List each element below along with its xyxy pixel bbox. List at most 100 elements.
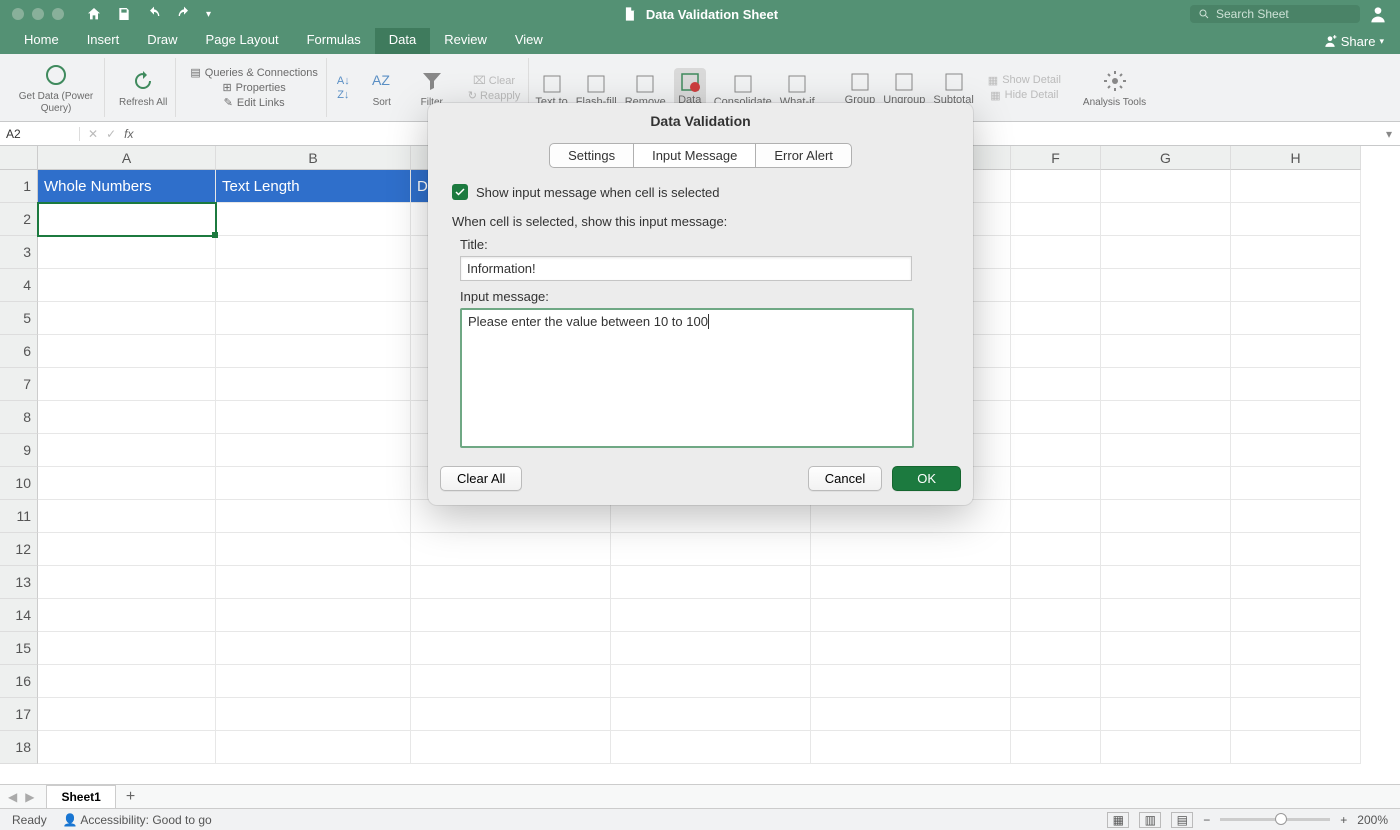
dialog-tab-input-message[interactable]: Input Message <box>634 144 756 167</box>
row-header[interactable]: 17 <box>0 698 38 731</box>
cell[interactable] <box>38 401 216 434</box>
select-all-corner[interactable] <box>0 146 38 170</box>
cell[interactable] <box>1011 566 1101 599</box>
tab-view[interactable]: View <box>501 28 557 54</box>
cell[interactable] <box>1101 335 1231 368</box>
cell[interactable] <box>411 731 611 764</box>
ok-button[interactable]: OK <box>892 466 961 491</box>
cell[interactable] <box>216 533 411 566</box>
cell[interactable] <box>1011 368 1101 401</box>
cell[interactable] <box>1231 203 1361 236</box>
formula-bar-collapse-icon[interactable]: ▾ <box>1386 127 1400 141</box>
cell[interactable] <box>411 533 611 566</box>
dialog-tab-error-alert[interactable]: Error Alert <box>756 144 851 167</box>
search-input[interactable]: Search Sheet <box>1190 5 1360 23</box>
zoom-slider[interactable] <box>1220 818 1330 821</box>
cell[interactable] <box>1231 533 1361 566</box>
cancel-button[interactable]: Cancel <box>808 466 882 491</box>
tab-home[interactable]: Home <box>10 28 73 54</box>
tab-formulas[interactable]: Formulas <box>293 28 375 54</box>
cell[interactable] <box>411 566 611 599</box>
column-header[interactable]: B <box>216 146 411 170</box>
cell[interactable] <box>1231 566 1361 599</box>
cell[interactable] <box>1101 302 1231 335</box>
sheet-tab-sheet1[interactable]: Sheet1 <box>46 785 115 809</box>
row-header[interactable]: 1 <box>0 170 38 203</box>
row-header[interactable]: 2 <box>0 203 38 236</box>
cell[interactable] <box>1011 236 1101 269</box>
redo-icon[interactable] <box>176 6 192 22</box>
page-break-view-button[interactable]: ▤ <box>1171 812 1193 828</box>
cell[interactable] <box>1101 368 1231 401</box>
cell[interactable] <box>1231 236 1361 269</box>
group-button[interactable]: Group <box>845 70 876 106</box>
cell[interactable] <box>1231 368 1361 401</box>
tab-data[interactable]: Data <box>375 28 430 54</box>
cell[interactable] <box>1231 467 1361 500</box>
cell[interactable] <box>1011 269 1101 302</box>
sheet-next-icon[interactable]: ▶ <box>25 790 34 804</box>
cell[interactable] <box>216 203 411 236</box>
ungroup-button[interactable]: Ungroup <box>883 70 925 106</box>
cell[interactable] <box>1011 698 1101 731</box>
cell[interactable] <box>611 731 811 764</box>
add-sheet-button[interactable]: + <box>116 788 145 806</box>
cell[interactable] <box>1011 599 1101 632</box>
normal-view-button[interactable]: ▦ <box>1107 812 1129 828</box>
row-header[interactable]: 15 <box>0 632 38 665</box>
cell[interactable] <box>38 533 216 566</box>
fx-icon[interactable]: fx <box>124 127 133 141</box>
tab-review[interactable]: Review <box>430 28 501 54</box>
cell[interactable] <box>38 665 216 698</box>
cell[interactable] <box>1231 401 1361 434</box>
cell[interactable] <box>38 368 216 401</box>
get-data-button[interactable]: Get Data (Power Query) <box>8 58 105 117</box>
cell[interactable] <box>216 599 411 632</box>
cell[interactable] <box>1101 698 1231 731</box>
accessibility-status[interactable]: 👤 Accessibility: Good to go <box>63 813 212 827</box>
cell[interactable] <box>38 302 216 335</box>
cell[interactable] <box>611 599 811 632</box>
cell[interactable] <box>216 335 411 368</box>
undo-icon[interactable] <box>146 6 162 22</box>
share-button[interactable]: Share ▾ <box>1323 28 1400 54</box>
cell[interactable] <box>811 599 1011 632</box>
cell[interactable] <box>811 632 1011 665</box>
column-header[interactable]: G <box>1101 146 1231 170</box>
show-detail-button[interactable]: ▦ Show Detail <box>988 74 1061 87</box>
cell[interactable] <box>811 731 1011 764</box>
subtotal-button[interactable]: Subtotal <box>933 70 973 106</box>
zoom-in-button[interactable]: + <box>1340 813 1347 827</box>
tab-page-layout[interactable]: Page Layout <box>192 28 293 54</box>
cell[interactable] <box>38 698 216 731</box>
properties-button[interactable]: ⊞ Properties <box>222 81 285 94</box>
cell[interactable] <box>1011 467 1101 500</box>
row-header[interactable]: 9 <box>0 434 38 467</box>
row-header[interactable]: 6 <box>0 335 38 368</box>
cell[interactable] <box>38 203 216 236</box>
analysis-tools-button[interactable]: Analysis Tools <box>1075 58 1154 117</box>
row-header[interactable]: 4 <box>0 269 38 302</box>
name-box[interactable]: A2 <box>0 127 80 141</box>
sort-button[interactable]: AZ Sort <box>360 58 404 117</box>
cell[interactable] <box>216 236 411 269</box>
page-layout-view-button[interactable]: ▥ <box>1139 812 1161 828</box>
cell[interactable] <box>1231 170 1361 203</box>
cell[interactable] <box>1231 335 1361 368</box>
cell[interactable] <box>216 302 411 335</box>
show-input-message-checkbox[interactable] <box>452 184 468 200</box>
cell[interactable]: Whole Numbers <box>38 170 216 203</box>
cell[interactable] <box>216 731 411 764</box>
cell[interactable] <box>38 599 216 632</box>
cell[interactable] <box>811 566 1011 599</box>
cell[interactable] <box>1231 434 1361 467</box>
save-icon[interactable] <box>116 6 132 22</box>
cell[interactable] <box>1231 698 1361 731</box>
cell[interactable] <box>38 632 216 665</box>
reapply-button[interactable]: ↻ Reapply <box>468 89 521 102</box>
cell[interactable] <box>1231 500 1361 533</box>
row-header[interactable]: 3 <box>0 236 38 269</box>
row-header[interactable]: 18 <box>0 731 38 764</box>
cell[interactable] <box>1011 170 1101 203</box>
tab-insert[interactable]: Insert <box>73 28 134 54</box>
